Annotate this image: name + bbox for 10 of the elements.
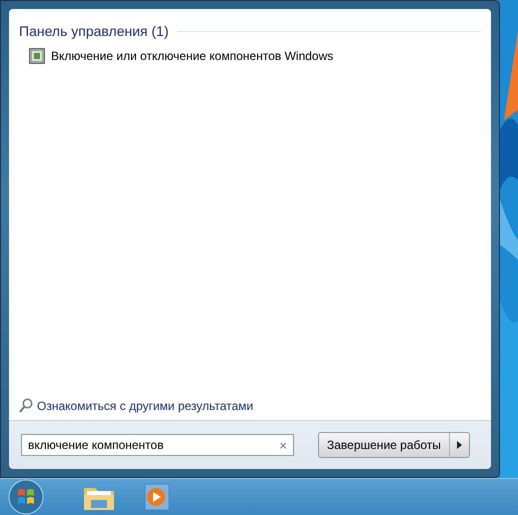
clear-button[interactable]: ×	[279, 438, 287, 452]
result-item[interactable]: Включение или отключение компонентов Windows	[19, 48, 481, 64]
search-icon	[19, 398, 33, 414]
media-player-icon[interactable]	[144, 482, 170, 512]
more-results-link[interactable]: Ознакомиться с другими результатами	[37, 399, 254, 413]
start-button[interactable]	[6, 479, 46, 515]
search-field[interactable]: включение компонентов ×	[21, 434, 294, 456]
window-features-icon	[29, 48, 45, 64]
group-title: Панель управления (1)	[19, 23, 169, 39]
caret-icon	[456, 441, 462, 449]
